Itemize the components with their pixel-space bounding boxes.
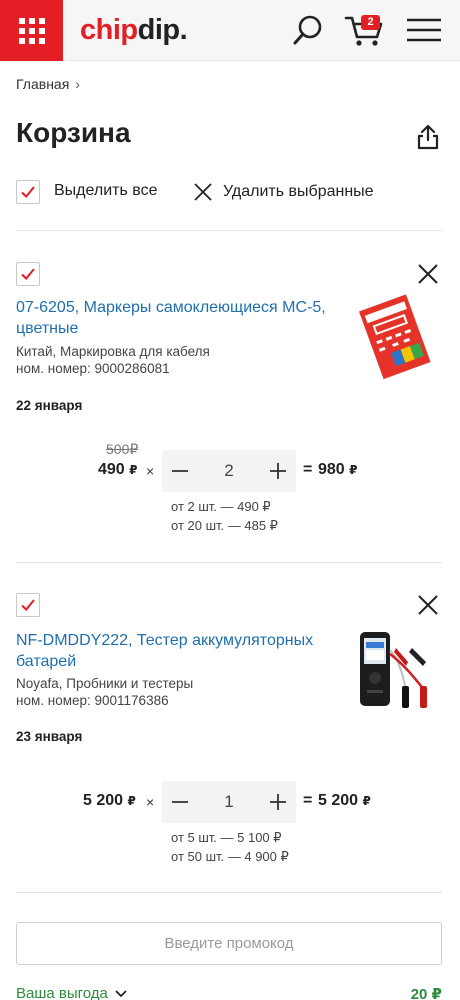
check-icon [21, 186, 35, 198]
product-image[interactable] [356, 630, 442, 717]
menu-button[interactable] [404, 14, 444, 46]
delete-selected-label: Удалить выбранные [223, 183, 374, 200]
grid-icon [18, 17, 45, 44]
item-title-link[interactable]: 07-6205, Маркеры самоклеющиеся МС-5, цве… [16, 297, 346, 339]
menu-icon [407, 18, 441, 42]
close-icon [418, 264, 438, 284]
item-price: 5 200 ₽ [83, 792, 136, 809]
remove-item-button[interactable] [416, 593, 440, 617]
item-meta-line2: ном. номер: 9000286081 [16, 361, 170, 376]
select-all-label[interactable]: Выделить все [54, 182, 157, 200]
search-icon [293, 15, 322, 45]
item-old-price: 500₽ [106, 441, 139, 457]
savings-value: 20 ₽ [410, 986, 442, 1000]
catalog-button[interactable] [0, 0, 63, 61]
divider [16, 892, 442, 893]
price-tier: от 2 шт. — 490 ₽ [171, 499, 271, 514]
plus-icon [270, 794, 286, 810]
price-tier: от 5 шт. — 5 100 ₽ [171, 830, 282, 845]
quantity-increase-button[interactable] [260, 450, 296, 492]
equals-sign: = [303, 792, 313, 809]
item-meta-line1: Noyafa, Пробники и тестеры [16, 676, 194, 691]
share-icon [417, 124, 439, 150]
item-meta-line2: ном. номер: 9001176386 [16, 693, 169, 708]
product-image[interactable] [356, 292, 438, 387]
battery-tester-product-image [360, 632, 427, 708]
price-tier: от 50 шт. — 4 900 ₽ [171, 849, 289, 864]
savings-label: Ваша выгода [16, 985, 108, 1000]
markers-product-image [358, 294, 431, 380]
minus-icon [172, 470, 188, 472]
close-icon [194, 183, 212, 201]
share-button[interactable] [414, 123, 442, 151]
top-header: chipdip. 2 [0, 0, 460, 61]
item-title-link[interactable]: NF-DMDDY222, Тестер аккумуляторных батар… [16, 630, 346, 672]
cart-count-badge: 2 [361, 15, 380, 30]
item-meta-line1: Китай, Маркировка для кабеля [16, 344, 210, 359]
price-tier: от 20 шт. — 485 ₽ [171, 518, 278, 533]
quantity-input[interactable]: 2 [198, 450, 260, 492]
quantity-decrease-button[interactable] [162, 781, 198, 823]
check-icon [21, 599, 35, 611]
quantity-decrease-button[interactable] [162, 450, 198, 492]
page-title: Корзина [16, 117, 131, 148]
item-total: 5 200 ₽ [318, 792, 371, 809]
item-checkbox[interactable] [16, 262, 40, 286]
promo-code-input[interactable] [16, 922, 442, 965]
item-price: 490 ₽ [98, 461, 138, 478]
quantity-input[interactable]: 1 [198, 781, 260, 823]
check-icon [21, 268, 35, 280]
quantity-increase-button[interactable] [260, 781, 296, 823]
remove-item-button[interactable] [416, 262, 440, 286]
search-button[interactable] [290, 12, 326, 48]
site-logo[interactable]: chipdip. [80, 12, 188, 48]
cart-button[interactable]: 2 [344, 12, 384, 48]
quantity-stepper: 1 [162, 781, 296, 823]
plus-icon [270, 463, 286, 479]
item-delivery-date: 23 января [16, 729, 83, 744]
breadcrumb-home-link[interactable]: Главная [16, 76, 69, 92]
chevron-down-icon [115, 989, 127, 997]
divider [16, 230, 442, 231]
breadcrumb: Главная › [16, 76, 80, 92]
minus-icon [172, 801, 188, 803]
multiply-sign: × [146, 794, 155, 810]
item-delivery-date: 22 января [16, 398, 83, 413]
item-total: 980 ₽ [318, 461, 358, 478]
item-checkbox[interactable] [16, 593, 40, 617]
delete-selected-button[interactable]: Удалить выбранные [193, 180, 374, 204]
equals-sign: = [303, 461, 313, 478]
multiply-sign: × [146, 463, 155, 479]
quantity-stepper: 2 [162, 450, 296, 492]
select-all-checkbox[interactable] [16, 180, 40, 204]
divider [16, 562, 442, 563]
savings-toggle[interactable]: Ваша выгода [16, 985, 128, 1000]
close-icon [418, 595, 438, 615]
breadcrumb-separator: › [75, 76, 80, 92]
